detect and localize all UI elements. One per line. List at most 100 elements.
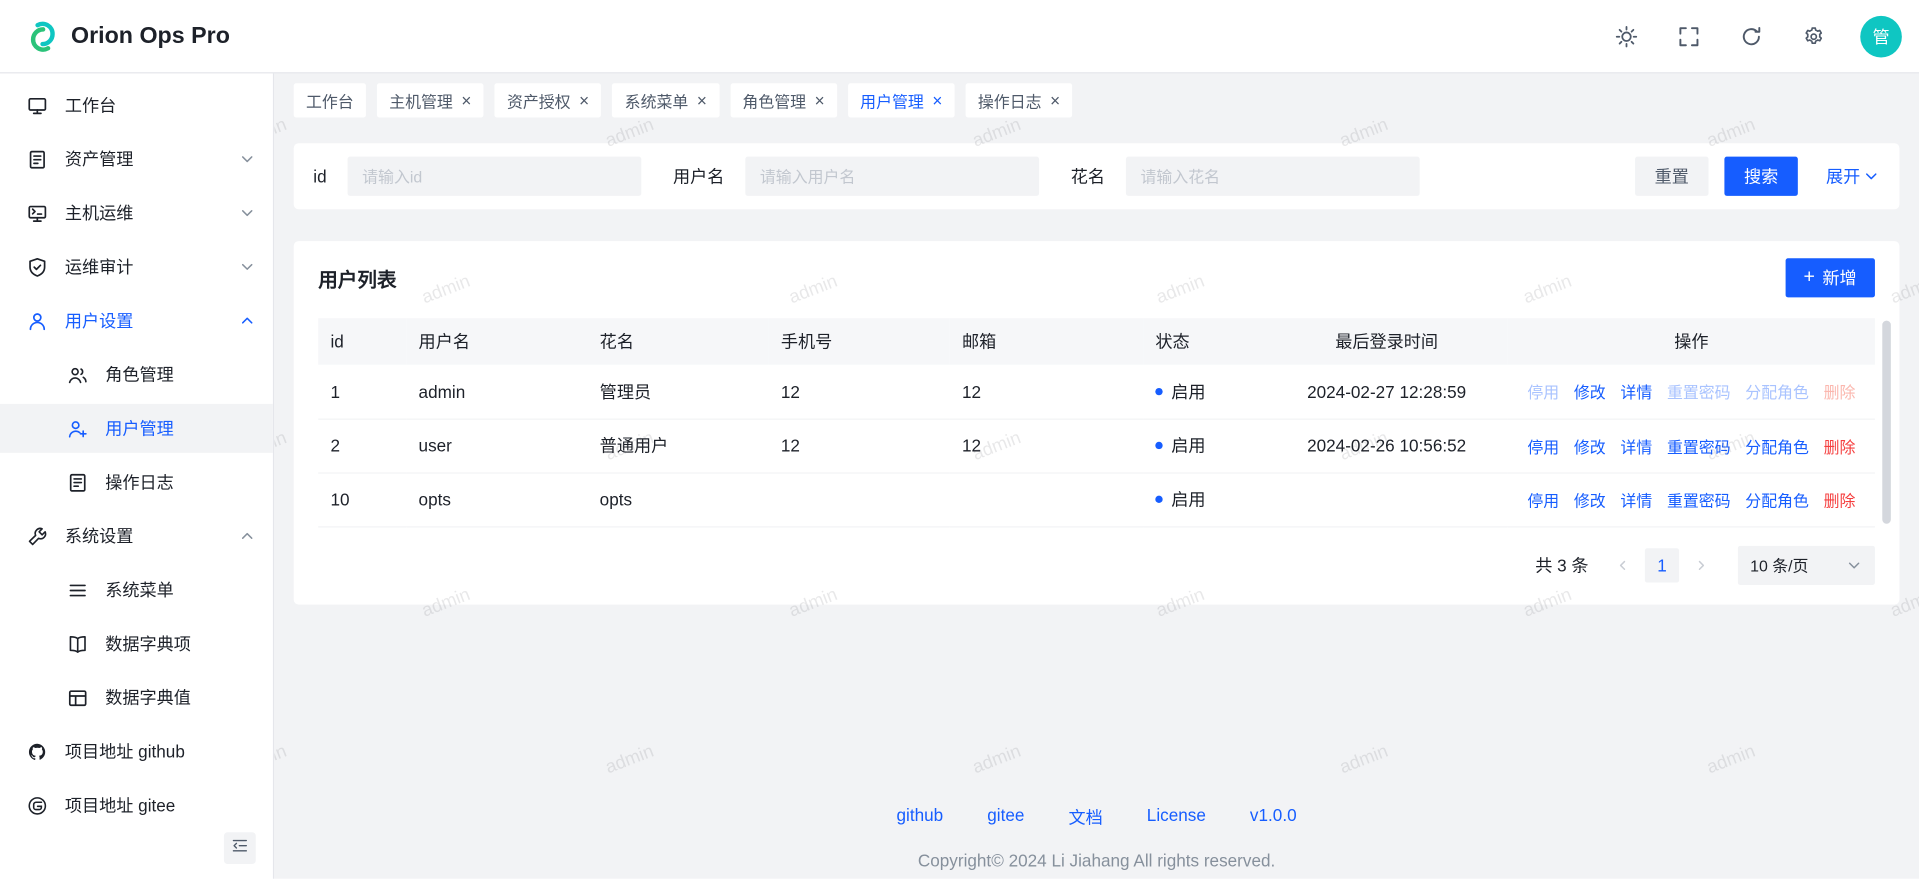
table-row: 2user普通用户1212启用2024-02-26 10:56:52停用修改详情… xyxy=(318,419,1875,473)
header-actions: 管 xyxy=(1615,15,1901,57)
cell-email xyxy=(950,472,1143,526)
footer-link-docs[interactable]: 文档 xyxy=(1068,805,1102,829)
theme-toggle-icon[interactable] xyxy=(1615,25,1637,47)
action-assign-role[interactable]: 分配角色 xyxy=(1745,491,1809,509)
sidebar-item-sys-menu[interactable]: 系统菜单 xyxy=(0,565,273,614)
sidebar-item-sys-settings[interactable]: 系统设置 xyxy=(0,512,273,561)
footer-link-license[interactable]: License xyxy=(1147,805,1206,829)
search-input-username[interactable] xyxy=(745,157,1039,196)
pagination-total: 共 3 条 xyxy=(1535,553,1588,577)
status-badge: 启用 xyxy=(1155,379,1205,403)
sidebar-item-workbench[interactable]: 工作台 xyxy=(0,81,273,130)
sidebar: 工作台资产管理主机运维运维审计用户设置角色管理用户管理操作日志系统设置系统菜单数… xyxy=(0,73,274,878)
footer-link-version[interactable]: v1.0.0 xyxy=(1250,805,1297,829)
cell-last-login: 2024-02-26 10:56:52 xyxy=(1265,419,1507,473)
tab-close-icon[interactable]: × xyxy=(461,92,471,109)
sidebar-item-user-settings[interactable]: 用户设置 xyxy=(0,296,273,345)
action-disable[interactable]: 停用 xyxy=(1527,491,1559,509)
asset-icon xyxy=(27,149,48,170)
tab-op-log[interactable]: 操作日志× xyxy=(966,83,1073,117)
user-table-card: 用户列表 + 新增 id用户名花名手机号邮箱状态最后登录时间操作 1admin管… xyxy=(294,241,1900,604)
cell-status: 启用 xyxy=(1143,365,1265,419)
pagination-next-icon[interactable] xyxy=(1686,549,1715,581)
add-user-button[interactable]: + 新增 xyxy=(1785,258,1875,297)
tab-close-icon[interactable]: × xyxy=(1050,92,1060,109)
logo-icon xyxy=(24,18,61,55)
sidebar-item-gitee[interactable]: 项目地址 gitee xyxy=(0,781,273,830)
pagination-page-1[interactable]: 1 xyxy=(1645,548,1679,582)
cell-last-login: 2024-02-27 12:28:59 xyxy=(1265,365,1507,419)
fullscreen-icon[interactable] xyxy=(1678,25,1700,47)
reset-button[interactable]: 重置 xyxy=(1635,157,1708,196)
cell-nickname: opts xyxy=(587,472,768,526)
shield-icon xyxy=(27,256,48,277)
tab-label: 资产授权 xyxy=(507,89,571,112)
action-reset-password[interactable]: 重置密码 xyxy=(1667,491,1731,509)
action-edit[interactable]: 修改 xyxy=(1574,438,1606,456)
table-title: 用户列表 xyxy=(318,263,396,292)
sidebar-item-user-mgmt[interactable]: 用户管理 xyxy=(0,404,273,453)
tab-workbench[interactable]: 工作台 xyxy=(294,83,366,117)
sidebar-item-op-log[interactable]: 操作日志 xyxy=(0,458,273,507)
tab-close-icon[interactable]: × xyxy=(697,92,707,109)
page-footer: github gitee 文档 License v1.0.0 Copyright© 20… xyxy=(274,805,1919,870)
search-input-nickname[interactable] xyxy=(1126,157,1420,196)
user-avatar[interactable]: 管 xyxy=(1860,15,1902,57)
app-header: Orion Ops Pro 管 xyxy=(0,0,1919,73)
tab-host-mgmt[interactable]: 主机管理× xyxy=(377,83,484,117)
tab-close-icon[interactable]: × xyxy=(932,92,942,109)
tab-role-mgmt[interactable]: 角色管理× xyxy=(730,83,837,117)
action-edit[interactable]: 修改 xyxy=(1574,491,1606,509)
refresh-icon[interactable] xyxy=(1740,25,1762,47)
sidebar-item-ops-audit[interactable]: 运维审计 xyxy=(0,242,273,291)
page-size-select[interactable]: 10 条/页 xyxy=(1738,545,1875,584)
cell-username: admin xyxy=(406,365,587,419)
roles-icon xyxy=(67,364,88,385)
expand-toggle[interactable]: 展开 xyxy=(1826,164,1880,188)
tab-close-icon[interactable]: × xyxy=(815,92,825,109)
settings-gear-icon[interactable] xyxy=(1803,25,1825,47)
tool-icon xyxy=(27,526,48,547)
watermark-text: admin xyxy=(603,741,657,778)
sidebar-item-github[interactable]: 项目地址 github xyxy=(0,727,273,776)
action-edit[interactable]: 修改 xyxy=(1574,383,1606,401)
status-dot-icon xyxy=(1155,442,1162,449)
column-header-2: 花名 xyxy=(587,318,768,365)
column-header-0: id xyxy=(318,318,406,365)
action-delete[interactable]: 删除 xyxy=(1824,491,1856,509)
action-delete[interactable]: 删除 xyxy=(1824,438,1856,456)
table-scrollbar[interactable] xyxy=(1882,321,1891,524)
tab-sys-menu[interactable]: 系统菜单× xyxy=(612,83,719,117)
action-assign-role[interactable]: 分配角色 xyxy=(1745,438,1809,456)
copyright: Copyright© 2024 Li Jiahang All rights re… xyxy=(274,850,1919,870)
action-detail[interactable]: 详情 xyxy=(1620,438,1652,456)
search-button[interactable]: 搜索 xyxy=(1724,157,1797,196)
search-input-id[interactable] xyxy=(347,157,641,196)
footer-link-gitee[interactable]: gitee xyxy=(987,805,1024,829)
pagination-prev-icon[interactable] xyxy=(1608,549,1637,581)
chevron-down-icon xyxy=(239,258,256,275)
status-dot-icon xyxy=(1155,496,1162,503)
tab-user-mgmt[interactable]: 用户管理× xyxy=(848,83,955,117)
action-disable[interactable]: 停用 xyxy=(1527,438,1559,456)
sidebar-item-dict-value[interactable]: 数据字典值 xyxy=(0,673,273,722)
tab-asset-grant[interactable]: 资产授权 × xyxy=(495,83,602,117)
action-reset-password[interactable]: 重置密码 xyxy=(1667,438,1731,456)
sidebar-item-dict-item[interactable]: 数据字典项 xyxy=(0,619,273,668)
cell-nickname: 普通用户 xyxy=(587,419,768,473)
log-icon xyxy=(67,472,88,493)
table-row: 10optsopts启用停用修改详情重置密码分配角色删除 xyxy=(318,472,1875,526)
status-badge: 启用 xyxy=(1155,487,1205,511)
tab-close-icon[interactable]: × xyxy=(579,92,589,109)
sidebar-item-host-ops[interactable]: 主机运维 xyxy=(0,188,273,237)
footer-link-github[interactable]: github xyxy=(897,805,944,829)
action-detail[interactable]: 详情 xyxy=(1620,383,1652,401)
sidebar-item-asset-mgmt[interactable]: 资产管理 xyxy=(0,135,273,184)
chevron-up-icon xyxy=(239,527,256,544)
cell-status: 启用 xyxy=(1143,472,1265,526)
sidebar-collapse-button[interactable] xyxy=(224,832,256,864)
action-detail[interactable]: 详情 xyxy=(1620,491,1652,509)
app-root: Orion Ops Pro 管 工作台资产管理主机运维运维审计用户设置角色管理用… xyxy=(0,0,1919,879)
sidebar-item-role-mgmt[interactable]: 角色管理 xyxy=(0,350,273,399)
cell-id: 10 xyxy=(318,472,406,526)
